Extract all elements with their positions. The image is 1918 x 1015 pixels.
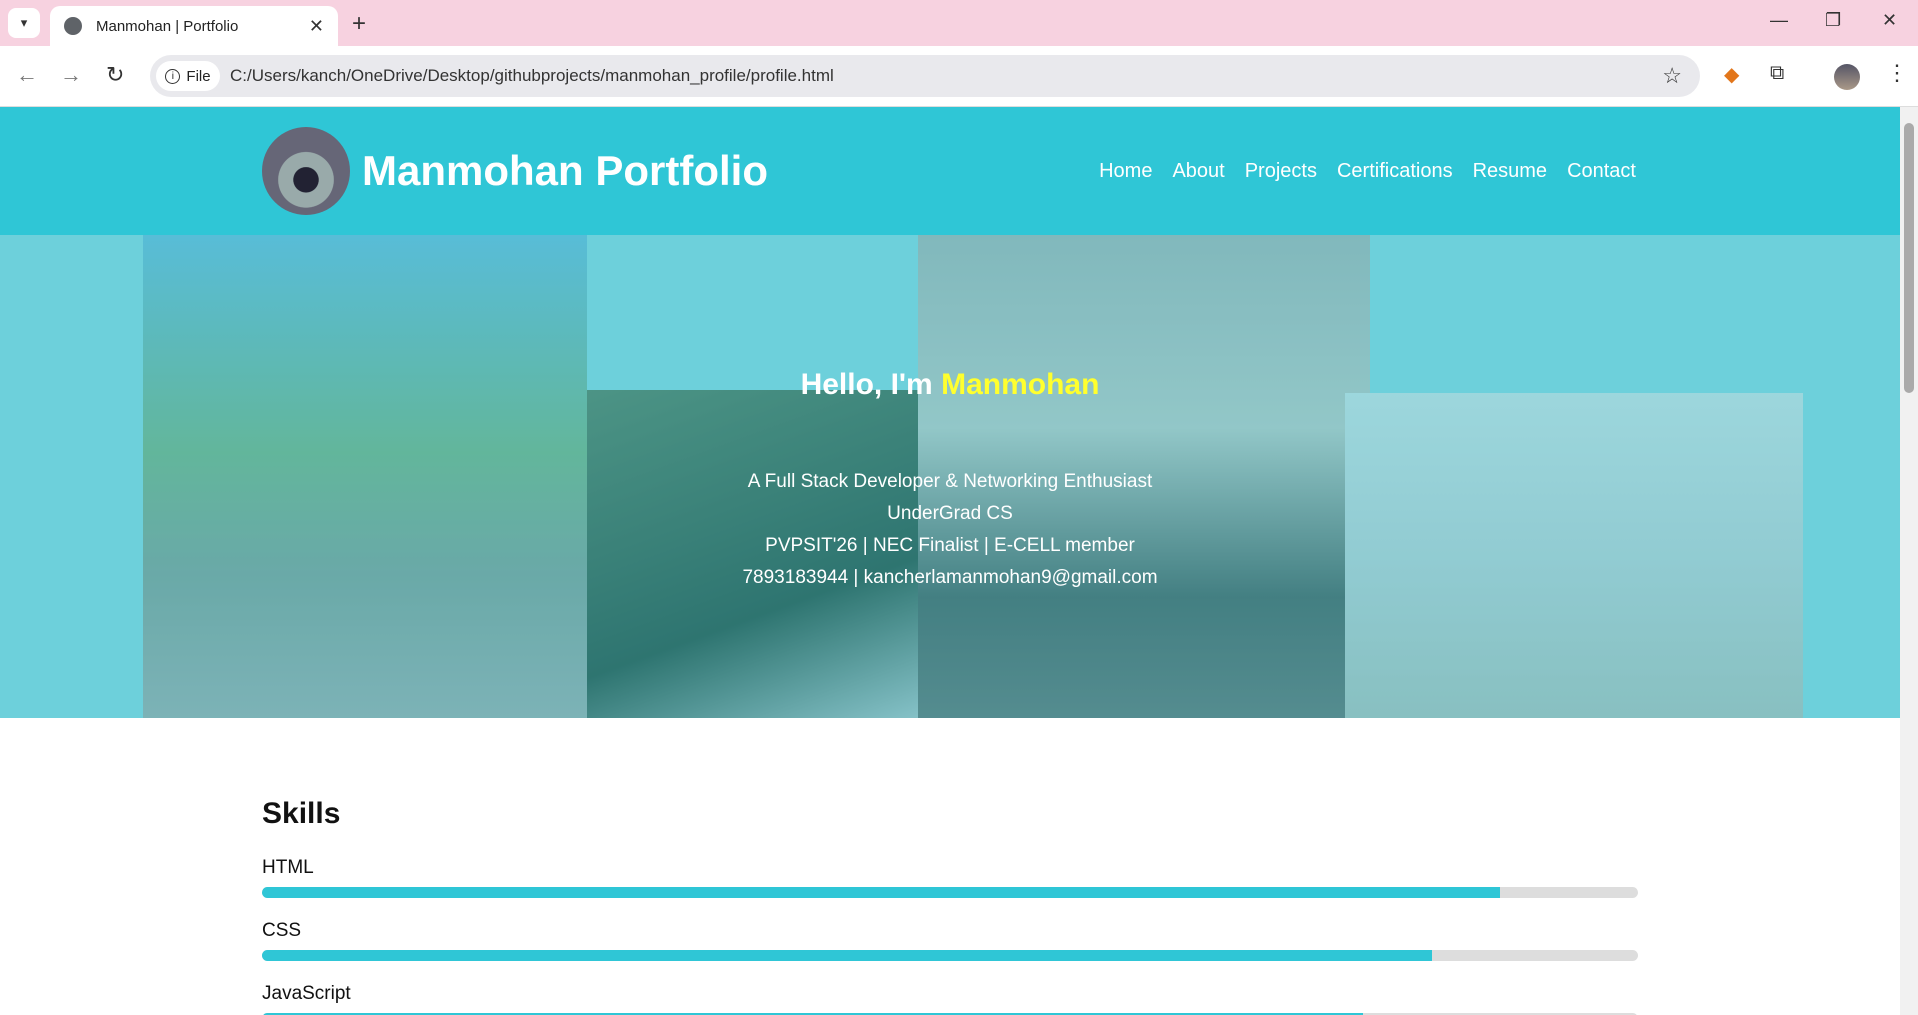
info-icon: i bbox=[165, 68, 181, 84]
minimize-icon[interactable]: — bbox=[1770, 10, 1788, 31]
hero-tagline: A Full Stack Developer & Networking Enth… bbox=[747, 471, 1153, 492]
nav-contact[interactable]: Contact bbox=[1567, 160, 1636, 183]
hero-achievements: PVPSIT'26 | NEC Finalist | E-CELL member bbox=[765, 535, 1135, 556]
brand-title: Manmohan Portfolio bbox=[362, 147, 768, 194]
greeting-text: Hello, I'm bbox=[800, 368, 933, 401]
skills-title: Skills bbox=[262, 797, 341, 830]
skill-row: CSS bbox=[262, 920, 1638, 961]
extensions-puzzle-icon[interactable]: ⧉ bbox=[1770, 62, 1784, 85]
back-icon[interactable]: ← bbox=[16, 62, 38, 88]
reload-icon[interactable]: ↻ bbox=[106, 62, 124, 88]
close-window-icon[interactable]: ✕ bbox=[1882, 10, 1897, 31]
hero-section: Hello, I'm Manmohan A Full Stack Develop… bbox=[0, 235, 1900, 718]
metamask-extension-icon[interactable]: ◆ bbox=[1724, 62, 1739, 87]
page-viewport: Manmohan Portfolio Home About Projects C… bbox=[0, 107, 1900, 1015]
chip-label: File bbox=[186, 67, 211, 85]
page-scrollbar[interactable] bbox=[1900, 107, 1918, 1015]
skill-progress-bar bbox=[262, 950, 1638, 961]
skill-progress-fill bbox=[262, 887, 1501, 898]
skill-name: HTML bbox=[262, 857, 314, 878]
nav-resume[interactable]: Resume bbox=[1473, 160, 1547, 183]
new-tab-button[interactable]: + bbox=[352, 10, 366, 38]
scrollbar-thumb[interactable] bbox=[1904, 123, 1914, 393]
skills-section: Skills HTML CSS JavaScript bbox=[262, 797, 1638, 1015]
nav-home[interactable]: Home bbox=[1099, 160, 1152, 183]
site-nav: Home About Projects Certifications Resum… bbox=[1099, 160, 1636, 183]
nav-projects[interactable]: Projects bbox=[1245, 160, 1317, 183]
tab-strip: ▾ Manmohan | Portfolio ✕ + — ❐ ✕ bbox=[0, 0, 1918, 46]
address-bar[interactable]: i File C:/Users/kanch/OneDrive/Desktop/g… bbox=[150, 55, 1700, 97]
url-text[interactable]: C:/Users/kanch/OneDrive/Desktop/githubpr… bbox=[230, 66, 834, 86]
restore-icon[interactable]: ❐ bbox=[1825, 10, 1841, 31]
greeting-name: Manmohan bbox=[941, 368, 1100, 401]
hero-contact: 7893183944 | kancherlamanmohan9@gmail.co… bbox=[742, 567, 1158, 588]
globe-icon bbox=[64, 17, 82, 35]
bookmark-star-icon[interactable]: ☆ bbox=[1662, 63, 1682, 89]
close-tab-icon[interactable]: ✕ bbox=[309, 16, 324, 37]
skill-progress-fill bbox=[262, 950, 1432, 961]
skill-progress-bar bbox=[262, 887, 1638, 898]
browser-toolbar: ← → ↻ i File C:/Users/kanch/OneDrive/Des… bbox=[0, 46, 1918, 107]
profile-logo bbox=[262, 127, 350, 215]
nav-certifications[interactable]: Certifications bbox=[1337, 160, 1453, 183]
site-header: Manmohan Portfolio Home About Projects C… bbox=[0, 107, 1900, 235]
hero-greeting: Hello, I'm Manmohan bbox=[0, 368, 1900, 402]
tab-search-button[interactable]: ▾ bbox=[8, 8, 40, 38]
forward-icon[interactable]: → bbox=[60, 62, 82, 88]
skill-row: HTML bbox=[262, 857, 1638, 898]
profile-avatar[interactable] bbox=[1834, 64, 1860, 90]
browser-tab[interactable]: Manmohan | Portfolio ✕ bbox=[50, 6, 338, 46]
site-info-chip[interactable]: i File bbox=[156, 61, 220, 91]
skill-row: JavaScript bbox=[262, 983, 1638, 1015]
hero-degree: UnderGrad CS bbox=[887, 503, 1013, 524]
menu-kebab-icon[interactable]: ⋮ bbox=[1886, 60, 1908, 86]
nav-about[interactable]: About bbox=[1172, 160, 1224, 183]
tab-title: Manmohan | Portfolio bbox=[96, 17, 239, 35]
skill-name: JavaScript bbox=[262, 983, 351, 1004]
skill-name: CSS bbox=[262, 920, 302, 941]
